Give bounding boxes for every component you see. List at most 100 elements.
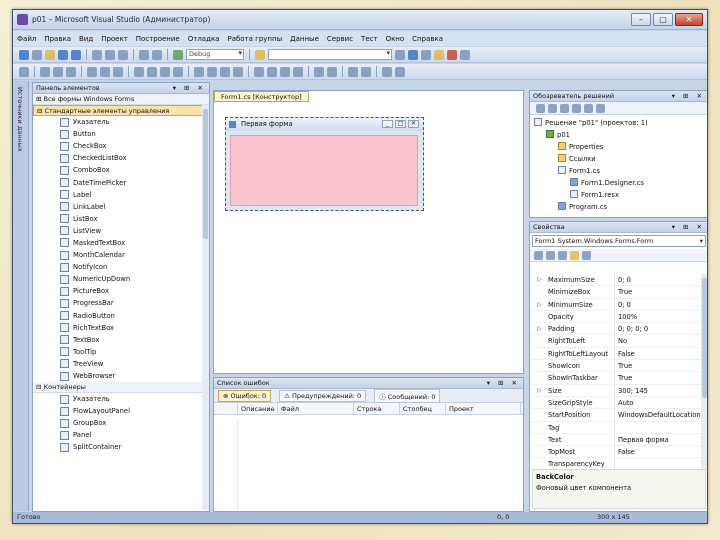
increase-v-spacing-icon[interactable] [267, 66, 277, 77]
view-designer-icon[interactable] [584, 103, 593, 113]
property-row[interactable]: Text Первая форма [530, 433, 702, 447]
align-rights-icon[interactable] [66, 66, 76, 77]
errors-filter-button[interactable]: ⊗ Ошибок: 0 [218, 389, 272, 402]
align-bottoms-icon[interactable] [113, 66, 123, 77]
column-file[interactable]: Файл [278, 403, 354, 414]
toolbox-item[interactable]: TextBox [33, 334, 209, 346]
toolbox-item[interactable]: Button [33, 128, 209, 140]
panel-controls[interactable]: ▾ ⊞ ✕ [672, 222, 705, 233]
toolbox-item[interactable]: ComboBox [33, 164, 209, 176]
property-value[interactable] [615, 422, 702, 433]
lock-controls-icon[interactable] [395, 66, 405, 77]
align-centers-icon[interactable] [53, 66, 63, 77]
property-row[interactable]: TopMost False [530, 446, 702, 459]
menu-build[interactable]: Построение [136, 35, 180, 43]
property-value[interactable]: 0; 0; 0; 0 [615, 323, 702, 334]
undo-icon[interactable] [139, 49, 149, 60]
start-page-icon[interactable] [460, 49, 470, 60]
find-icon[interactable] [395, 49, 405, 60]
bring-to-front-icon[interactable] [348, 66, 358, 77]
find-combo[interactable] [268, 49, 392, 60]
object-browser-icon[interactable] [434, 49, 444, 60]
solution-config-combo[interactable]: Debug [186, 49, 244, 60]
cut-icon[interactable] [92, 49, 102, 60]
menu-test[interactable]: Тест [361, 35, 378, 43]
expand-icon[interactable]: ▷ [537, 323, 542, 334]
align-lefts-icon[interactable] [40, 66, 50, 77]
center-vertically-icon[interactable] [327, 66, 337, 77]
menu-tools[interactable]: Сервис [327, 35, 353, 43]
toolbox-item[interactable]: TreeView [33, 358, 209, 370]
properties-icon[interactable] [536, 103, 545, 113]
property-value[interactable]: Auto [615, 397, 702, 408]
send-to-back-icon[interactable] [361, 66, 371, 77]
toolbox-item[interactable]: GroupBox [33, 417, 209, 429]
menu-project[interactable]: Проект [101, 35, 128, 43]
make-same-height-icon[interactable] [147, 66, 157, 77]
menu-help[interactable]: Справка [412, 35, 443, 43]
size-to-grid-icon[interactable] [173, 66, 183, 77]
save-all-icon[interactable] [71, 49, 81, 60]
menu-file[interactable]: Файл [17, 35, 36, 43]
property-row[interactable]: ShowInTaskbar True [530, 372, 702, 385]
save-icon[interactable] [58, 49, 68, 60]
make-same-size-icon[interactable] [160, 66, 170, 77]
menu-window[interactable]: Окно [386, 35, 405, 43]
messages-filter-button[interactable]: ⓘ Сообщений: 0 [374, 388, 441, 403]
increase-h-spacing-icon[interactable] [207, 66, 217, 77]
property-value[interactable]: No [615, 335, 702, 346]
menu-edit[interactable]: Правка [44, 35, 71, 43]
column-line[interactable]: Строка [354, 403, 400, 414]
align-tops-icon[interactable] [87, 66, 97, 77]
property-row[interactable]: ▷ Padding 0; 0; 0; 0 [530, 323, 702, 336]
property-value[interactable]: False [615, 348, 702, 359]
tree-node[interactable]: Form1.Designer.cs [530, 177, 707, 189]
toolbox-item[interactable]: CheckedListBox [33, 152, 209, 164]
toolbox-item[interactable]: Указатель [33, 116, 209, 128]
toolbox-item[interactable]: NumericUpDown [33, 273, 209, 285]
toolbox-item[interactable]: ListView [33, 225, 209, 237]
toolbox-item[interactable]: PictureBox [33, 285, 209, 297]
property-row[interactable]: Tag [530, 421, 702, 434]
toolbox-item[interactable]: MaskedTextBox [33, 237, 209, 249]
toolbox-group-containers[interactable]: ⊟ Контейнеры [33, 382, 209, 394]
toolbox-group-all[interactable]: ⊞ Все формы Windows Forms [33, 94, 209, 105]
property-row[interactable]: SizeGripStyle Auto [530, 396, 702, 410]
toolbox-item[interactable]: ProgressBar [33, 297, 209, 309]
data-sources-strip[interactable]: Источники данных [13, 81, 29, 511]
toolbox-item[interactable]: RadioButton [33, 310, 209, 322]
panel-controls[interactable]: ▾ ⊞ ✕ [173, 83, 206, 94]
maximize-button[interactable]: □ [653, 13, 673, 26]
tree-node[interactable]: Form1.resx [530, 189, 707, 201]
open-file-icon[interactable] [45, 49, 55, 60]
menu-data[interactable]: Данные [290, 35, 319, 43]
refresh-icon[interactable] [560, 103, 569, 113]
expand-icon[interactable]: ▷ [537, 385, 542, 396]
toolbox-item[interactable]: DateTimePicker [33, 176, 209, 188]
minimize-button[interactable]: – [631, 13, 651, 26]
show-all-files-icon[interactable] [548, 103, 557, 113]
property-row[interactable]: RightToLeft No [530, 335, 702, 348]
categorized-icon[interactable] [534, 250, 543, 260]
column-column[interactable]: Столбец [400, 403, 446, 414]
property-row[interactable]: RightToLeftLayout False [530, 347, 702, 361]
align-to-grid-icon[interactable] [19, 66, 29, 77]
toolbox-item[interactable]: WebBrowser [33, 370, 209, 382]
toolbox-item[interactable]: NotifyIcon [33, 261, 209, 273]
menu-team[interactable]: Работа группы [227, 35, 282, 43]
properties-window-icon[interactable] [421, 49, 431, 60]
remove-v-spacing-icon[interactable] [293, 66, 303, 77]
tree-node[interactable]: Properties [530, 141, 707, 153]
menu-view[interactable]: Вид [79, 35, 93, 43]
property-value[interactable]: 300; 145 [615, 385, 702, 396]
view-code-icon[interactable] [572, 103, 581, 113]
redo-icon[interactable] [152, 49, 162, 60]
property-row[interactable]: Opacity 100% [530, 310, 702, 324]
toolbox-item[interactable]: ListBox [33, 213, 209, 225]
toolbox-item[interactable]: Label [33, 189, 209, 201]
property-row[interactable]: StartPosition WindowsDefaultLocation [530, 409, 702, 422]
column-description[interactable]: Описание [238, 403, 278, 414]
form1-client-area[interactable] [230, 135, 418, 206]
close-button[interactable]: ✕ [675, 13, 703, 26]
horizontal-spacing-icon[interactable] [194, 66, 204, 77]
